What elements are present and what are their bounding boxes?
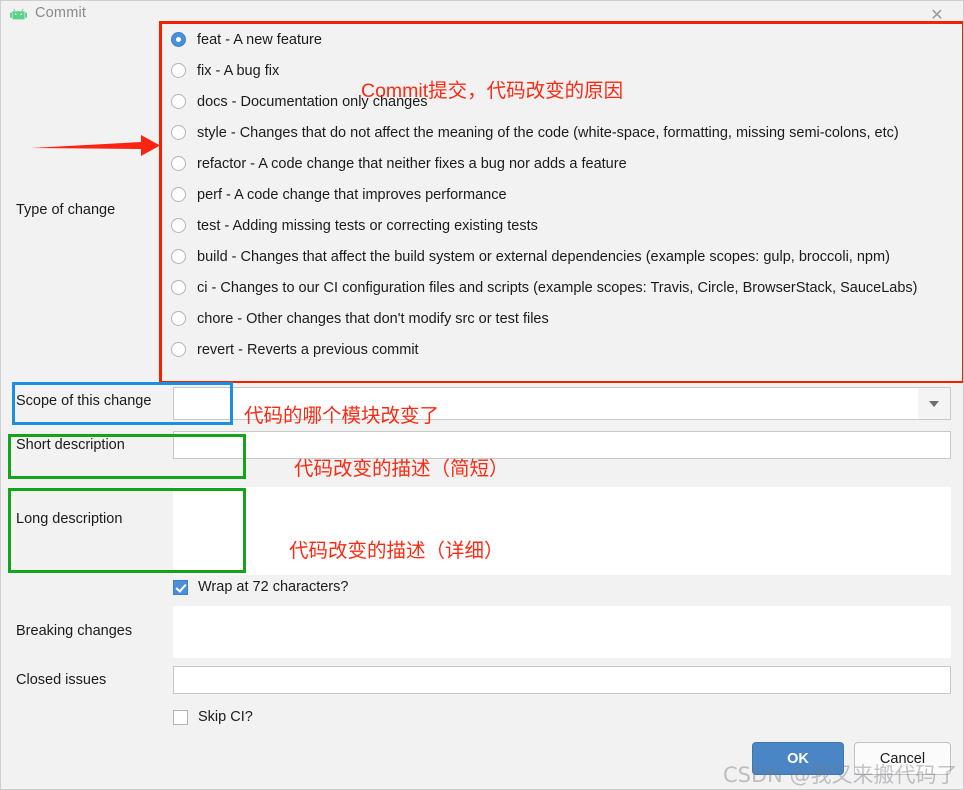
wrap-at-72-checkbox[interactable]: Wrap at 72 characters? <box>173 579 348 595</box>
chevron-down-icon <box>929 400 939 407</box>
radio-label-1: fix - A bug fix <box>197 62 280 79</box>
type-of-change-label: Type of change <box>16 202 116 218</box>
radio-option-4[interactable]: refactor - A code change that neither fi… <box>162 148 962 179</box>
skip-ci-checkbox[interactable]: Skip CI? <box>173 709 253 725</box>
annotation-scope-note: 代码的哪个模块改变了 <box>244 405 440 427</box>
skip-ci-label: Skip CI? <box>198 709 253 725</box>
long-description-label: Long description <box>16 511 123 527</box>
checkbox-mark-wrap <box>173 579 188 595</box>
breaking-changes-textarea[interactable] <box>173 606 951 658</box>
radio-mark-1 <box>171 63 186 78</box>
annotation-long-desc-note: 代码改变的描述（详细） <box>289 540 504 562</box>
radio-option-10[interactable]: revert - Reverts a previous commit <box>162 334 962 365</box>
radio-label-9: chore - Other changes that don't modify … <box>197 310 549 327</box>
radio-mark-9 <box>171 311 186 326</box>
wrap-checkbox-label: Wrap at 72 characters? <box>198 579 349 595</box>
radio-option-3[interactable]: style - Changes that do not affect the m… <box>162 117 962 148</box>
annotation-short-desc-note: 代码改变的描述（简短） <box>294 458 509 480</box>
radio-option-9[interactable]: chore - Other changes that don't modify … <box>162 303 962 334</box>
radio-option-5[interactable]: perf - A code change that improves perfo… <box>162 179 962 210</box>
red-arrow-icon <box>29 131 163 161</box>
radio-label-6: test - Adding missing tests or correctin… <box>197 217 538 234</box>
checkbox-mark-skip-ci <box>173 709 188 725</box>
closed-issues-label: Closed issues <box>16 672 107 688</box>
radio-mark-7 <box>171 249 186 264</box>
scope-dropdown-arrow[interactable] <box>918 387 951 420</box>
closed-issues-input[interactable] <box>173 666 951 694</box>
annotation-commit-reason: Commit提交，代码改变的原因 <box>361 80 624 102</box>
radio-label-7: build - Changes that affect the build sy… <box>197 248 890 265</box>
radio-mark-3 <box>171 125 186 140</box>
radio-option-6[interactable]: test - Adding missing tests or correctin… <box>162 210 962 241</box>
radio-mark-4 <box>171 156 186 171</box>
radio-option-0[interactable]: feat - A new feature <box>162 24 962 55</box>
radio-option-8[interactable]: ci - Changes to our CI configuration fil… <box>162 272 962 303</box>
breaking-changes-label: Breaking changes <box>16 623 133 639</box>
short-description-input[interactable] <box>173 431 951 459</box>
radio-mark-10 <box>171 342 186 357</box>
window-title: Commit <box>35 5 87 21</box>
short-description-label: Short description <box>16 437 125 453</box>
commit-dialog: Commit ✕ Type of change feat - A new fea… <box>0 0 964 790</box>
radio-mark-5 <box>171 187 186 202</box>
radio-mark-6 <box>171 218 186 233</box>
ok-button[interactable]: OK <box>752 742 844 775</box>
android-icon <box>10 8 27 23</box>
radio-label-5: perf - A code change that improves perfo… <box>197 186 507 203</box>
close-icon[interactable]: ✕ <box>925 4 949 26</box>
radio-mark-0 <box>171 32 186 47</box>
radio-label-10: revert - Reverts a previous commit <box>197 341 419 358</box>
cancel-button[interactable]: Cancel <box>854 742 951 775</box>
scope-label: Scope of this change <box>16 393 152 409</box>
radio-label-3: style - Changes that do not affect the m… <box>197 124 899 141</box>
radio-label-0: feat - A new feature <box>197 31 322 48</box>
radio-option-7[interactable]: build - Changes that affect the build sy… <box>162 241 962 272</box>
radio-mark-2 <box>171 94 186 109</box>
radio-mark-8 <box>171 280 186 295</box>
radio-label-8: ci - Changes to our CI configuration fil… <box>197 279 918 296</box>
radio-label-4: refactor - A code change that neither fi… <box>197 155 627 172</box>
